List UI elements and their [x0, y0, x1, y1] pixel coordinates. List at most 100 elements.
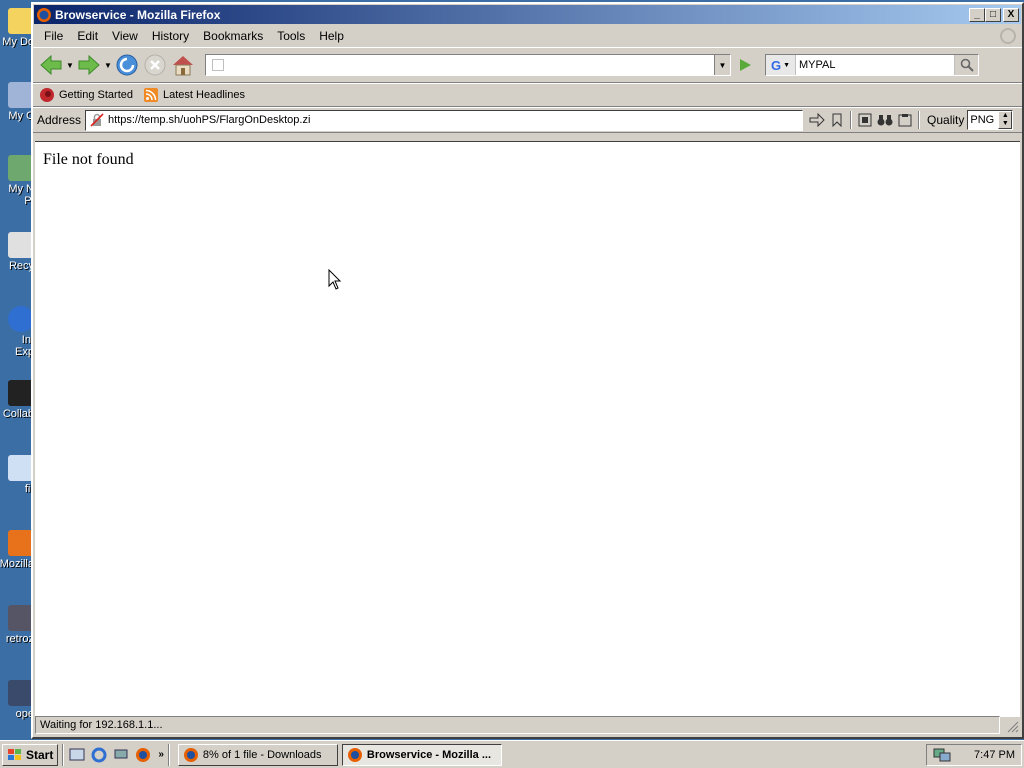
- desktop-icon-label: My Do: [2, 36, 34, 48]
- toolbar-separator: [918, 111, 921, 129]
- window-title: Browservice - Mozilla Firefox: [55, 7, 221, 22]
- menu-file[interactable]: File: [37, 27, 70, 45]
- network-status-icon[interactable]: [933, 747, 951, 763]
- quick-launch: »: [68, 746, 164, 764]
- back-button[interactable]: [37, 51, 65, 79]
- find-page-icon: [858, 113, 872, 127]
- resize-grip-icon[interactable]: [1000, 716, 1020, 734]
- desktop-icon-recycle-bin[interactable]: Recy: [0, 232, 34, 302]
- stop-button[interactable]: [141, 51, 169, 79]
- quick-launch-more-button[interactable]: »: [158, 749, 164, 760]
- start-button[interactable]: Start: [2, 743, 59, 766]
- quality-value: PNG: [970, 114, 995, 126]
- find-button[interactable]: [855, 110, 875, 130]
- binoculars-icon: [877, 115, 893, 126]
- chevron-down-icon: ▼: [783, 61, 791, 69]
- desktop-icon-retroz[interactable]: retroz: [0, 605, 34, 675]
- quality-label: Quality: [927, 113, 965, 127]
- desktop-icon-label: Int Exp: [15, 334, 34, 358]
- url-input[interactable]: [228, 59, 714, 71]
- back-history-dropdown-icon[interactable]: ▼: [65, 61, 75, 70]
- menu-bar: File Edit View History Bookmarks Tools H…: [33, 25, 1022, 47]
- desktop-icon-firefox-shortcut[interactable]: fir: [0, 455, 34, 525]
- firefox-icon[interactable]: [134, 746, 152, 764]
- desktop-icon-label: My N Pl: [8, 183, 34, 207]
- bookmark-label: Getting Started: [59, 89, 133, 101]
- taskbar: Start » 8% of 1 file - Downloads Browser…: [0, 740, 1024, 768]
- quality-spinner-icon[interactable]: ▲ ▼: [998, 111, 1013, 129]
- address-label: Address: [37, 113, 82, 127]
- menu-view[interactable]: View: [105, 27, 145, 45]
- title-bar[interactable]: Browservice - Mozilla Firefox _ □ X: [34, 5, 1021, 24]
- desktop-icon-label: My C: [8, 110, 34, 122]
- forward-arrow-icon: [78, 55, 100, 75]
- reload-icon: [116, 54, 138, 76]
- maximize-button[interactable]: □: [985, 7, 1001, 22]
- desktop-icon-collab[interactable]: Collab: [0, 380, 34, 450]
- search-engine-selector[interactable]: G ▼: [766, 55, 796, 75]
- menu-edit[interactable]: Edit: [70, 27, 105, 45]
- browser-window: Browservice - Mozilla Firefox _ □ X File…: [31, 2, 1024, 739]
- go-arrow-icon: [809, 113, 825, 127]
- menu-bookmarks[interactable]: Bookmarks: [196, 27, 270, 45]
- bookmark-getting-started[interactable]: Getting Started: [39, 87, 133, 103]
- minimize-button[interactable]: _: [969, 7, 985, 22]
- start-label: Start: [26, 747, 54, 762]
- page-message: File not found: [43, 151, 134, 168]
- desktop-icon-label: fir: [24, 483, 34, 495]
- find-text-button[interactable]: [875, 110, 895, 130]
- taskbar-separator: [62, 743, 65, 766]
- menu-help[interactable]: Help: [312, 27, 351, 45]
- rss-feed-icon: [144, 88, 158, 102]
- forward-button[interactable]: [75, 51, 103, 79]
- desktop-icon-my-documents[interactable]: My Do: [0, 8, 34, 78]
- go-arrow-icon: [740, 59, 751, 71]
- search-input[interactable]: [796, 59, 954, 71]
- go-button[interactable]: [733, 54, 757, 76]
- forward-history-dropdown-icon[interactable]: ▼: [103, 61, 113, 70]
- address-input[interactable]: [108, 114, 803, 126]
- clock[interactable]: 7:47 PM: [974, 749, 1015, 761]
- home-button[interactable]: [169, 51, 197, 79]
- bookmark-icon: [832, 113, 842, 127]
- search-button[interactable]: [954, 55, 978, 75]
- internet-explorer-icon[interactable]: [90, 746, 108, 764]
- firefox-icon: [347, 747, 362, 762]
- task-downloads[interactable]: 8% of 1 file - Downloads: [177, 743, 338, 766]
- desktop-icon-my-network-places[interactable]: My N Pl: [0, 155, 34, 225]
- show-desktop-icon[interactable]: [68, 746, 86, 764]
- status-bar: Waiting for 192.168.1.1...: [35, 715, 1020, 735]
- desktop-icon-mozilla[interactable]: Mozilla: [0, 530, 34, 600]
- bookmark-button[interactable]: [827, 110, 847, 130]
- desktop-icon-internet-explorer[interactable]: Int Exp: [0, 306, 34, 376]
- back-arrow-icon: [40, 55, 62, 75]
- task-browservice[interactable]: Browservice - Mozilla ...: [341, 743, 502, 766]
- mouse-cursor-icon: [328, 269, 342, 290]
- address-field[interactable]: [85, 109, 804, 131]
- close-button[interactable]: X: [1003, 7, 1019, 22]
- reload-button[interactable]: [113, 51, 141, 79]
- page-icon: [212, 59, 224, 71]
- bookmark-latest-headlines[interactable]: Latest Headlines: [143, 87, 245, 103]
- desktop-icon-my-computer[interactable]: My C: [0, 82, 34, 152]
- network-icon[interactable]: [112, 746, 130, 764]
- task-label: Browservice - Mozilla ...: [366, 748, 491, 761]
- google-icon: G: [770, 57, 782, 73]
- menu-history[interactable]: History: [145, 27, 196, 45]
- system-tray: 7:47 PM: [926, 743, 1022, 766]
- clipboard-button[interactable]: [895, 110, 915, 130]
- bookmark-label: Latest Headlines: [163, 89, 245, 101]
- windows-logo-icon: [8, 748, 21, 760]
- desktop-icon-label: retroz: [5, 633, 34, 645]
- quality-selector[interactable]: PNG ▲ ▼: [967, 110, 1014, 130]
- firefox-icon: [37, 7, 51, 22]
- home-icon: [173, 56, 193, 76]
- magnifier-icon: [960, 58, 974, 72]
- clipboard-icon: [898, 114, 912, 127]
- menu-tools[interactable]: Tools: [270, 27, 312, 45]
- navigation-toolbar: ▼ ▼ ▼ G ▼ MYPAL: [33, 47, 1022, 83]
- url-bar[interactable]: ▼: [205, 54, 731, 76]
- navigate-button[interactable]: [807, 110, 827, 130]
- url-dropdown-icon[interactable]: ▼: [714, 55, 730, 75]
- search-bar[interactable]: G ▼: [765, 54, 979, 76]
